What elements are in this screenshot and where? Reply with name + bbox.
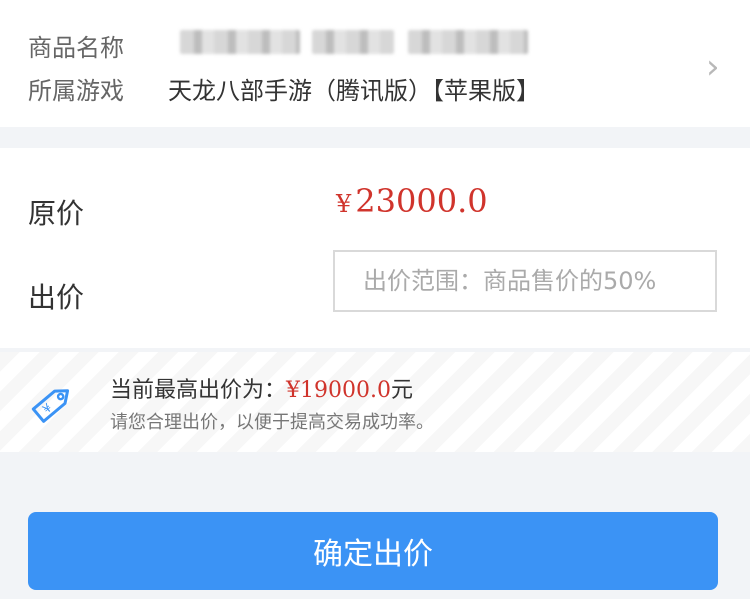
- original-price: ¥23000.0: [336, 182, 488, 220]
- highest-bid-label: 当前最高出价为：: [110, 378, 287, 403]
- chevron-right-icon[interactable]: ›: [706, 50, 720, 84]
- highest-bid-value: ¥19000.0: [286, 378, 391, 403]
- highest-bid-unit: 元: [391, 378, 414, 403]
- original-price-label: 原价: [28, 197, 85, 230]
- pricing-card: 原价 ¥23000.0 出价: [0, 148, 750, 348]
- bid-advice-note: 请您合理出价，以便于提高交易成功率。: [110, 412, 434, 433]
- original-price-value: 23000.0: [355, 182, 488, 220]
- confirm-bid-button[interactable]: 确定出价: [28, 512, 718, 590]
- product-name-redacted: [312, 30, 394, 54]
- bid-input[interactable]: [333, 250, 717, 312]
- product-name-redacted: [180, 30, 300, 54]
- bid-label: 出价: [28, 281, 85, 314]
- game-value: 天龙八部手游（腾讯版）【苹果版】: [168, 77, 540, 105]
- highest-bid-line: 当前最高出价为：¥19000.0元: [110, 372, 413, 404]
- game-label: 所属游戏: [28, 77, 124, 105]
- highest-bid-tip: ¥ 当前最高出价为：¥19000.0元 请您合理出价，以便于提高交易成功率。: [0, 352, 750, 452]
- product-info-card[interactable]: 商品名称 所属游戏 天龙八部手游（腾讯版）【苹果版】 ›: [0, 0, 750, 127]
- product-name-label: 商品名称: [28, 34, 124, 62]
- product-name-redacted: [408, 30, 528, 54]
- currency-symbol: ¥: [336, 190, 352, 218]
- price-tag-icon: ¥: [31, 389, 70, 423]
